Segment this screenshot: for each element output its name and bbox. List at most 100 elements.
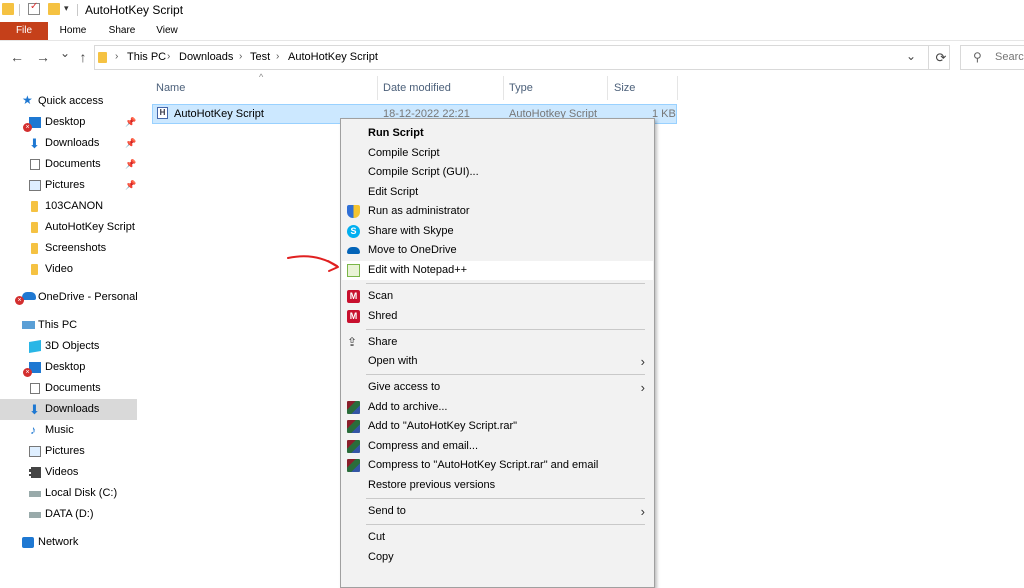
tab-file[interactable]: File bbox=[0, 22, 48, 40]
pc-icon bbox=[22, 321, 35, 329]
folder-icon bbox=[31, 201, 38, 212]
forward-button[interactable]: → bbox=[34, 49, 52, 65]
sidebar-item-this-pc[interactable]: This PC bbox=[0, 315, 137, 336]
new-folder-icon[interactable] bbox=[48, 3, 60, 15]
column-divider[interactable] bbox=[377, 76, 378, 100]
refresh-button[interactable]: ⟳ bbox=[928, 45, 953, 70]
menu-separator bbox=[366, 374, 645, 375]
sidebar-item-screenshots[interactable]: Screenshots bbox=[0, 238, 137, 259]
menu-item-add-to-rar[interactable]: Add to "AutoHotKey Script.rar" bbox=[342, 417, 653, 436]
column-divider[interactable] bbox=[503, 76, 504, 100]
winrar-icon bbox=[347, 440, 360, 453]
customize-toolbar-icon[interactable]: ▾ bbox=[64, 3, 69, 14]
sidebar-item-music[interactable]: ♪ Music bbox=[0, 420, 137, 441]
download-icon: ⬇ bbox=[29, 136, 40, 151]
menu-item-share[interactable]: ⇪ Share bbox=[342, 333, 653, 352]
menu-item-scan[interactable]: M Scan bbox=[342, 287, 653, 306]
shield-icon bbox=[347, 205, 360, 218]
menu-item-restore-previous-versions[interactable]: Restore previous versions bbox=[342, 476, 653, 495]
column-header-name[interactable]: Name bbox=[156, 82, 185, 94]
tab-view[interactable]: View bbox=[146, 22, 188, 40]
breadcrumb-test[interactable]: Test bbox=[250, 51, 270, 63]
sidebar-item-103canon[interactable]: 103CANON bbox=[0, 196, 137, 217]
sync-error-icon: × bbox=[23, 368, 32, 377]
sidebar-item-downloads-pc[interactable]: ⬇ Downloads bbox=[0, 399, 137, 420]
menu-item-compile-script[interactable]: Compile Script bbox=[342, 144, 653, 163]
menu-separator bbox=[366, 329, 645, 330]
menu-item-add-to-archive[interactable]: Add to archive... bbox=[342, 398, 653, 417]
breadcrumb-separator[interactable]: › bbox=[239, 51, 242, 62]
column-header-date-modified[interactable]: Date modified bbox=[383, 82, 451, 94]
search-box[interactable]: ⚲ bbox=[960, 45, 1024, 70]
breadcrumb-separator[interactable]: › bbox=[276, 51, 279, 62]
cube-icon bbox=[29, 339, 41, 354]
breadcrumb-downloads[interactable]: Downloads bbox=[179, 51, 233, 63]
sidebar-item-video[interactable]: Video bbox=[0, 259, 137, 280]
address-dropdown-button[interactable]: ⌄ bbox=[906, 49, 916, 63]
divider bbox=[19, 4, 20, 16]
sidebar-item-documents[interactable]: Documents 📌 bbox=[0, 154, 137, 175]
sync-error-icon: × bbox=[15, 296, 24, 305]
menu-item-shred[interactable]: M Shred bbox=[342, 307, 653, 326]
sidebar-item-desktop[interactable]: × Desktop 📌 bbox=[0, 112, 137, 133]
menu-item-run-script[interactable]: Run Script bbox=[342, 124, 653, 143]
column-header-type[interactable]: Type bbox=[509, 82, 533, 94]
column-header-size[interactable]: Size bbox=[614, 82, 635, 94]
file-name: AutoHotKey Script bbox=[174, 108, 264, 120]
menu-item-run-as-administrator[interactable]: Run as administrator bbox=[342, 202, 653, 221]
sidebar-item-videos[interactable]: Videos bbox=[0, 462, 137, 483]
sidebar-item-network[interactable]: Network bbox=[0, 532, 137, 553]
search-icon: ⚲ bbox=[973, 50, 982, 64]
menu-item-copy[interactable]: Copy bbox=[342, 548, 653, 567]
breadcrumb-autohotkey-script[interactable]: AutoHotKey Script bbox=[288, 51, 378, 63]
menu-item-move-to-onedrive[interactable]: Move to OneDrive bbox=[342, 241, 653, 260]
pin-icon: 📌 bbox=[125, 180, 137, 190]
column-divider[interactable] bbox=[607, 76, 608, 100]
breadcrumb-separator[interactable]: › bbox=[115, 51, 118, 62]
menu-item-edit-with-notepad-plus-plus[interactable]: Edit with Notepad++ bbox=[342, 261, 653, 280]
menu-item-cut[interactable]: Cut bbox=[342, 528, 653, 547]
sidebar-item-desktop-pc[interactable]: × Desktop bbox=[0, 357, 137, 378]
winrar-icon bbox=[347, 401, 360, 414]
tab-share[interactable]: Share bbox=[100, 22, 144, 40]
tab-home[interactable]: Home bbox=[50, 22, 96, 40]
folder-icon bbox=[31, 264, 38, 275]
breadcrumb-this-pc[interactable]: This PC bbox=[127, 51, 166, 63]
search-input[interactable] bbox=[995, 51, 1024, 63]
menu-item-edit-script[interactable]: Edit Script bbox=[342, 183, 653, 202]
pictures-icon bbox=[29, 180, 41, 191]
menu-item-send-to[interactable]: Send to › bbox=[342, 502, 653, 521]
pin-icon: 📌 bbox=[125, 138, 137, 148]
sidebar-item-documents-pc[interactable]: Documents bbox=[0, 378, 137, 399]
winrar-icon bbox=[347, 459, 360, 472]
sidebar-item-pictures-pc[interactable]: Pictures bbox=[0, 441, 137, 462]
sidebar-item-local-disk-c[interactable]: Local Disk (C:) bbox=[0, 483, 137, 504]
back-button[interactable]: ← bbox=[8, 49, 26, 65]
sidebar-item-onedrive[interactable]: × OneDrive - Personal bbox=[0, 287, 138, 308]
window-title: AutoHotKey Script bbox=[85, 3, 184, 17]
sidebar-item-data-d[interactable]: DATA (D:) bbox=[0, 504, 137, 525]
menu-item-compress-and-email[interactable]: Compress and email... bbox=[342, 437, 653, 456]
sidebar-item-quick-access[interactable]: ★ Quick access bbox=[0, 91, 137, 112]
folder-icon bbox=[2, 3, 14, 15]
sidebar-item-pictures[interactable]: Pictures 📌 bbox=[0, 175, 137, 196]
menu-item-give-access-to[interactable]: Give access to › bbox=[342, 378, 653, 397]
breadcrumb-separator[interactable]: › bbox=[167, 51, 170, 62]
sidebar-item-3d-objects[interactable]: 3D Objects bbox=[0, 336, 137, 357]
documents-icon bbox=[30, 159, 40, 170]
recent-locations-button[interactable]: ⌄ bbox=[56, 46, 74, 60]
sidebar-item-autohotkey-script[interactable]: AutoHotKey Script bbox=[0, 217, 137, 238]
up-button[interactable]: ↑ bbox=[74, 49, 92, 65]
menu-item-open-with[interactable]: Open with › bbox=[342, 352, 653, 371]
properties-icon[interactable]: ✓ bbox=[28, 1, 40, 15]
drive-icon bbox=[29, 512, 41, 518]
file-size: 1 KB bbox=[652, 108, 676, 120]
menu-item-compile-script-gui[interactable]: Compile Script (GUI)... bbox=[342, 163, 653, 182]
menu-item-share-with-skype[interactable]: S Share with Skype bbox=[342, 222, 653, 241]
column-divider[interactable] bbox=[677, 76, 678, 100]
menu-separator bbox=[366, 524, 645, 525]
video-icon bbox=[29, 467, 41, 478]
skype-icon: S bbox=[347, 225, 360, 238]
menu-item-compress-to-rar-and-email[interactable]: Compress to "AutoHotKey Script.rar" and … bbox=[342, 456, 653, 475]
sidebar-item-downloads[interactable]: ⬇ Downloads 📌 bbox=[0, 133, 137, 154]
